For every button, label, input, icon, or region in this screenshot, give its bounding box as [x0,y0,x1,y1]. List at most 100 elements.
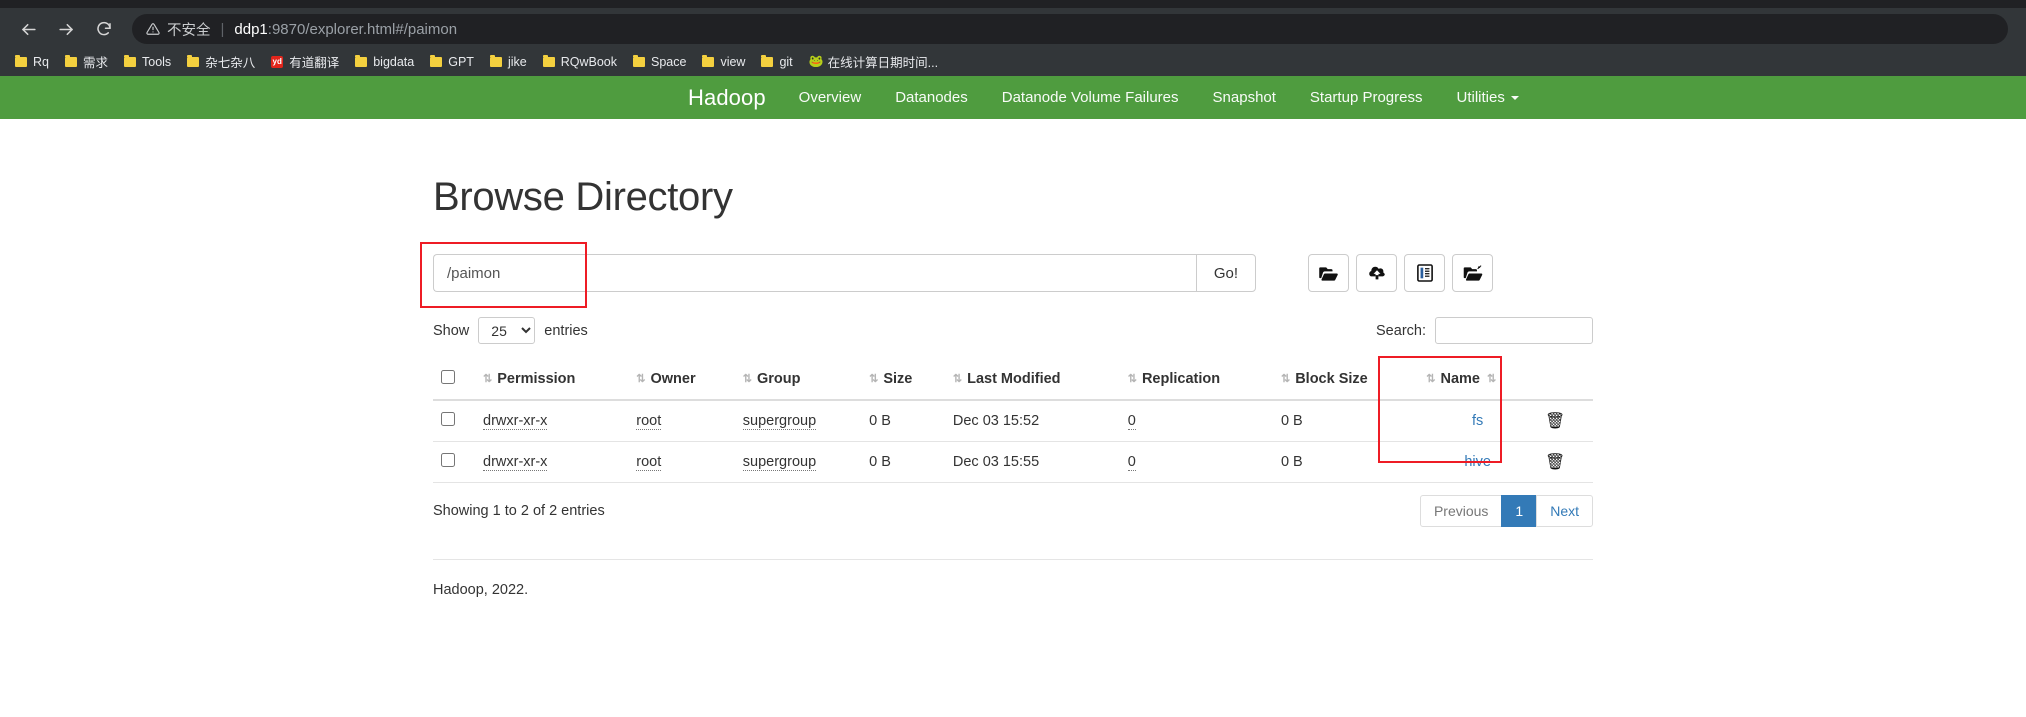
file-table-head: ⇅ Permission ⇅ Owner ⇅ Group ⇅ Size ⇅ Last Mo… [433,361,1593,401]
sort-icon: ⇅ [636,373,645,385]
folder-icon [489,54,502,67]
bookmark-item[interactable]: RQwBook [536,53,626,71]
hadoop-navbar: Hadoop Overview Datanodes Datanode Volume … [0,76,2026,119]
select-all-checkbox[interactable] [441,370,455,384]
browser-chrome: 不安全 | ddp1:9870/explorer.html#/paimon Rq… [0,0,2026,76]
row-checkbox[interactable] [441,453,455,467]
youdao-icon: yd [271,55,284,68]
bookmark-item[interactable]: Tools [117,53,180,71]
bookmark-item[interactable]: jike [483,53,536,71]
trash-icon[interactable]: 🗑 [1545,452,1565,472]
clipboard-list-icon-button[interactable] [1404,254,1445,292]
cell-value: 0 B [869,454,891,470]
row-select-cell [433,441,475,483]
navbar-brand[interactable]: Hadoop [672,85,782,111]
search-area: Search: [1376,317,1593,344]
bookmark-item[interactable]: 需求 [58,50,117,73]
bookmark-item[interactable]: view [695,53,754,71]
cell-value: 0 B [1280,454,1303,470]
cell-permission: drwxr-xr-x [475,441,629,483]
pagination-page-1[interactable]: 1 [1501,495,1538,527]
upload-icon-button[interactable] [1356,254,1397,292]
frog-icon: 🐸 [808,54,824,68]
folder-open-icon-button[interactable] [1308,254,1349,292]
sort-icon: ⇅ [1127,373,1137,385]
bookmark-item[interactable]: Rq [8,53,58,71]
column-header-block-size[interactable]: ⇅ Block Size [1272,361,1419,401]
file-name-link[interactable]: fs [1472,413,1483,429]
footer-copyright: Hadoop, 2022. [433,582,529,598]
cell-value[interactable]: supergroup [742,454,817,471]
sort-icon: ⇅ [952,373,962,385]
bookmark-label: view [720,54,746,69]
path-input[interactable] [433,254,1196,292]
bookmark-label: 在线计算日期时间... [827,56,939,70]
column-label: Block Size [1295,371,1368,387]
bookmarks-bar: Rq 需求 Tools 杂七杂八 yd 有道翻译 bigdata GPT jike RQwBook… [0,50,2026,76]
folder-icon [64,54,77,67]
nav-link-startup-progress[interactable]: Startup Progress [1293,89,1440,106]
table-row: drwxr-xr-x root supergroup 0 B Dec 03 15:55 0… [433,441,1593,483]
tab-strip [0,0,2026,8]
bookmark-item[interactable]: git [754,53,801,71]
go-button[interactable]: Go! [1195,254,1256,292]
cell-replication: 0 [1119,400,1273,442]
nav-link-label: Startup Progress [1309,89,1423,106]
trash-icon[interactable]: 🗑 [1545,411,1565,431]
row-checkbox[interactable] [441,412,455,426]
nav-link-datanodes[interactable]: Datanodes [878,89,985,106]
nav-link-label: Overview [798,89,862,106]
entries-select[interactable]: 2550100 [478,317,536,344]
column-header-replication[interactable]: ⇅ Replication [1119,361,1273,401]
folder-icon [702,54,715,67]
cell-owner: root [628,441,735,483]
address-bar[interactable]: 不安全 | ddp1:9870/explorer.html#/paimon [132,14,2008,44]
cell-group: supergroup [734,441,862,483]
cell-name: fs [1418,400,1537,442]
pagination-next[interactable]: Next [1536,495,1593,527]
column-label: Last Modified [967,371,1061,387]
new-folder-icon-button[interactable] [1452,254,1493,292]
cell-value[interactable]: root [636,413,662,430]
folder-icon [542,54,555,67]
cell-value[interactable]: 0 [1127,413,1136,430]
search-input[interactable] [1435,317,1593,344]
bookmark-item[interactable]: bigdata [348,53,423,71]
column-header-permission[interactable]: ⇅ Permission [475,361,629,401]
url-text: ddp1:9870/explorer.html#/paimon [234,21,457,38]
column-header-size[interactable]: ⇅ Size [861,361,945,401]
back-arrow-icon[interactable] [10,11,46,47]
cell-value[interactable]: drwxr-xr-x [483,413,548,430]
table-controls: Show 2550100 entries Search: [433,317,1593,344]
cell-value[interactable]: 0 [1127,454,1136,471]
browser-toolbar: 不安全 | ddp1:9870/explorer.html#/paimon [0,8,2026,50]
forward-arrow-icon[interactable] [48,11,84,47]
cell-value[interactable]: root [636,454,662,471]
bookmark-item[interactable]: yd 有道翻译 [264,50,348,73]
bookmark-label: Space [650,54,687,69]
bookmark-item[interactable]: 🐸 在线计算日期时间... [802,50,947,73]
column-header-owner[interactable]: ⇅ Owner [628,361,735,401]
nav-link-utilities[interactable]: Utilities [1439,89,1535,106]
bookmark-item[interactable]: GPT [423,53,483,71]
column-label: Name [1440,371,1480,387]
bookmark-label: jike [507,54,527,69]
column-header-group[interactable]: ⇅ Group [734,361,862,401]
nav-link-datanode-volume-failures[interactable]: Datanode Volume Failures [985,89,1196,106]
reload-icon[interactable] [86,11,122,47]
cell-name: hive [1418,441,1537,483]
select-all-header [433,361,475,401]
nav-link-snapshot[interactable]: Snapshot [1196,89,1293,106]
cell-value[interactable]: drwxr-xr-x [483,454,548,471]
file-name-link[interactable]: hive [1464,454,1491,470]
folder-icon [430,54,443,67]
cell-value[interactable]: supergroup [742,413,817,430]
page-body: Browse Directory Go! [0,175,2026,598]
pagination-previous[interactable]: Previous [1419,495,1503,527]
bookmark-label: bigdata [373,54,415,69]
bookmark-item[interactable]: 杂七杂八 [180,50,264,73]
bookmark-item[interactable]: Space [626,53,695,71]
column-header-name[interactable]: ⇅ Name ⇅ [1418,361,1537,401]
column-header-last-modified[interactable]: ⇅ Last Modified [944,361,1120,401]
nav-link-overview[interactable]: Overview [782,89,879,106]
